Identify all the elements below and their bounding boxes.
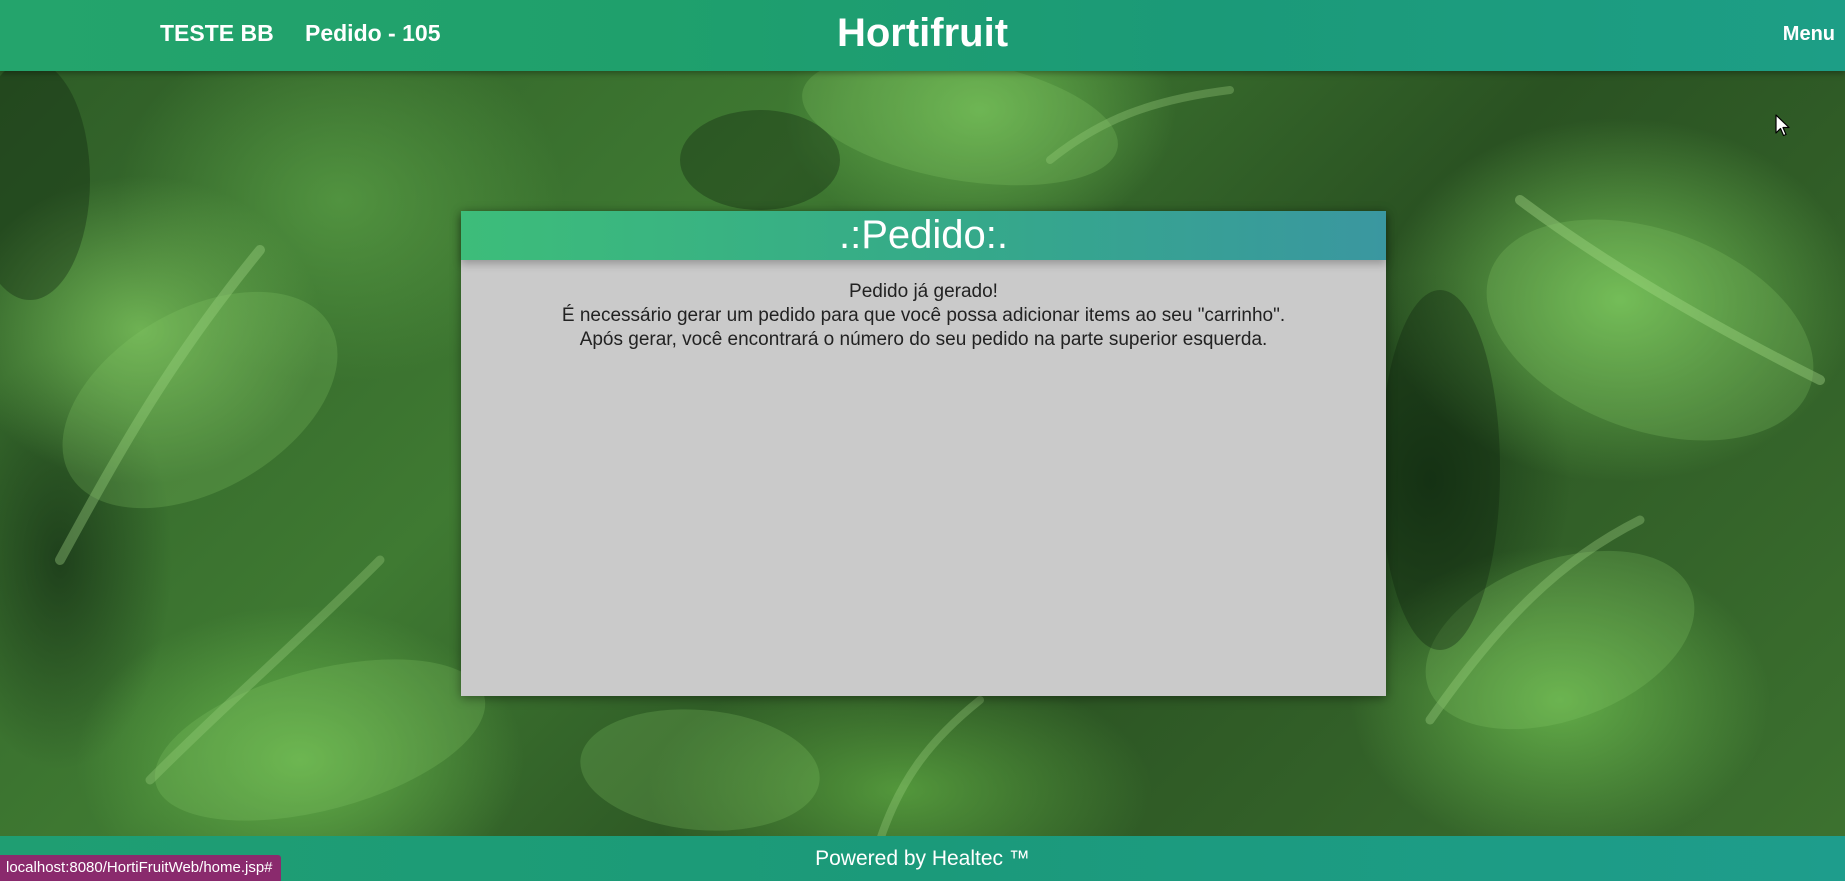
order-number: Pedido - 105 (305, 20, 441, 46)
order-card-body: Pedido já gerado! É necessário gerar um … (461, 260, 1386, 352)
status-bar-url: localhost:8080/HortiFruitWeb/home.jsp# (0, 855, 281, 881)
order-card: .:Pedido:. Pedido já gerado! É necessári… (461, 211, 1386, 696)
top-navbar: TESTE BB Pedido - 105 Hortifruit Menu (0, 0, 1845, 71)
order-message-line: Após gerar, você encontrará o número do … (579, 329, 1268, 350)
order-message-line: É necessário gerar um pedido para que vo… (561, 305, 1286, 326)
menu-button[interactable]: Menu (1783, 23, 1835, 46)
order-card-title: .:Pedido:. (461, 211, 1386, 260)
brand-title-container: Hortifruit (0, 11, 1845, 56)
brand-title[interactable]: Hortifruit (837, 11, 1008, 55)
order-message-line: Pedido já gerado! (849, 281, 998, 302)
user-name: TESTE BB (160, 20, 274, 46)
mouse-cursor-icon (1775, 114, 1791, 143)
